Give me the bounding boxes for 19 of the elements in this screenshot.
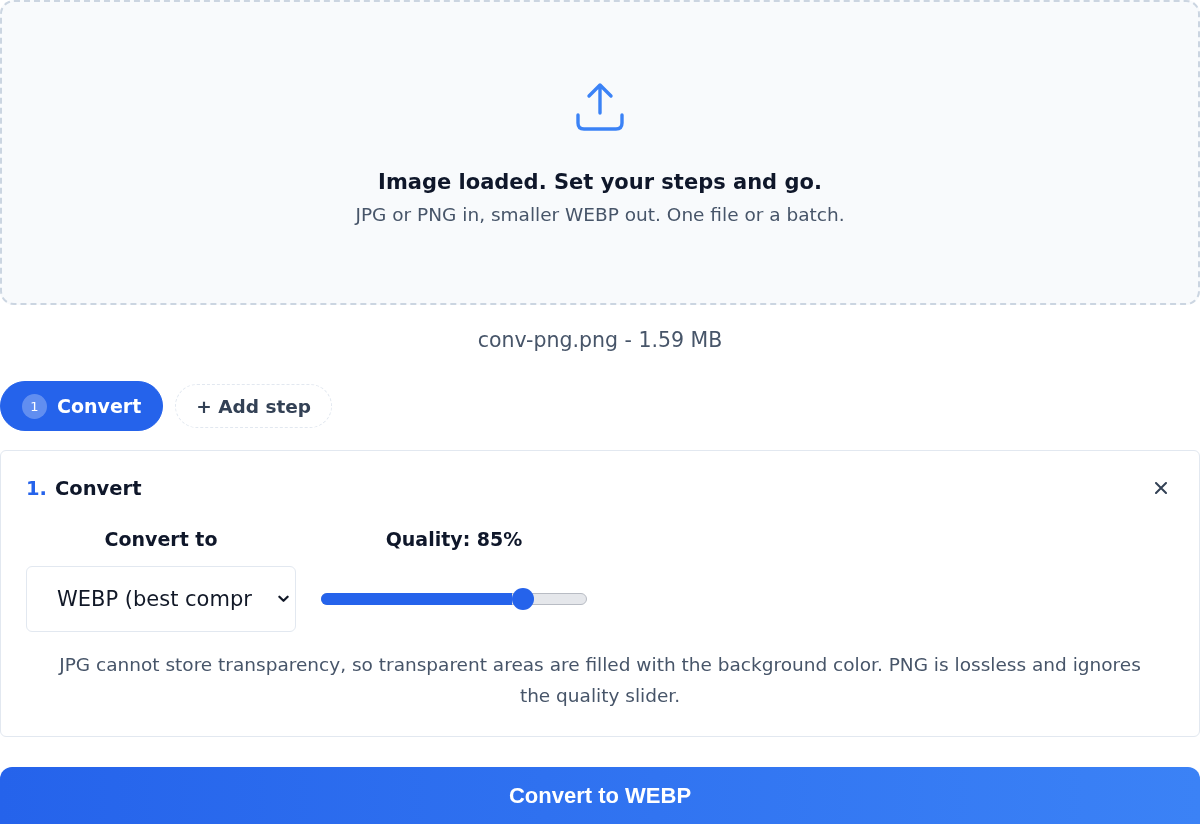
format-note: JPG cannot store transparency, so transparent areas are filled with the background color. PNG is lossless and ignores the quality slider.	[57, 653, 1142, 708]
format-label: Convert to	[104, 527, 218, 552]
upload-dropzone[interactable]: Image loaded. Set your steps and go. JPG or PNG in, smaller WEBP out. One file or a batch.	[0, 0, 1200, 305]
upload-icon	[575, 82, 625, 132]
format-select[interactable]: WEBP (best compr	[26, 566, 296, 632]
quality-label: Quality: 85%	[385, 527, 523, 552]
dropzone-subtitle: JPG or PNG in, smaller WEBP out. One file or a batch.	[355, 203, 845, 227]
convert-button[interactable]: Convert to WEBP	[0, 767, 1200, 824]
card-title: Convert	[55, 476, 142, 500]
step-label: Convert	[57, 395, 142, 417]
slider-handle[interactable]	[511, 588, 534, 610]
step-number-badge: 1	[22, 393, 47, 419]
add-step-button[interactable]: + Add step	[175, 384, 333, 428]
file-info: conv-png.png - 1.59 MB	[476, 327, 724, 354]
dropzone-title: Image loaded. Set your steps and go.	[378, 169, 822, 196]
step-tab[interactable]: 1 Convert	[0, 381, 164, 431]
step-number: 1.	[26, 476, 47, 500]
close-icon[interactable]	[1155, 482, 1167, 494]
chevron-down-icon	[278, 595, 289, 603]
